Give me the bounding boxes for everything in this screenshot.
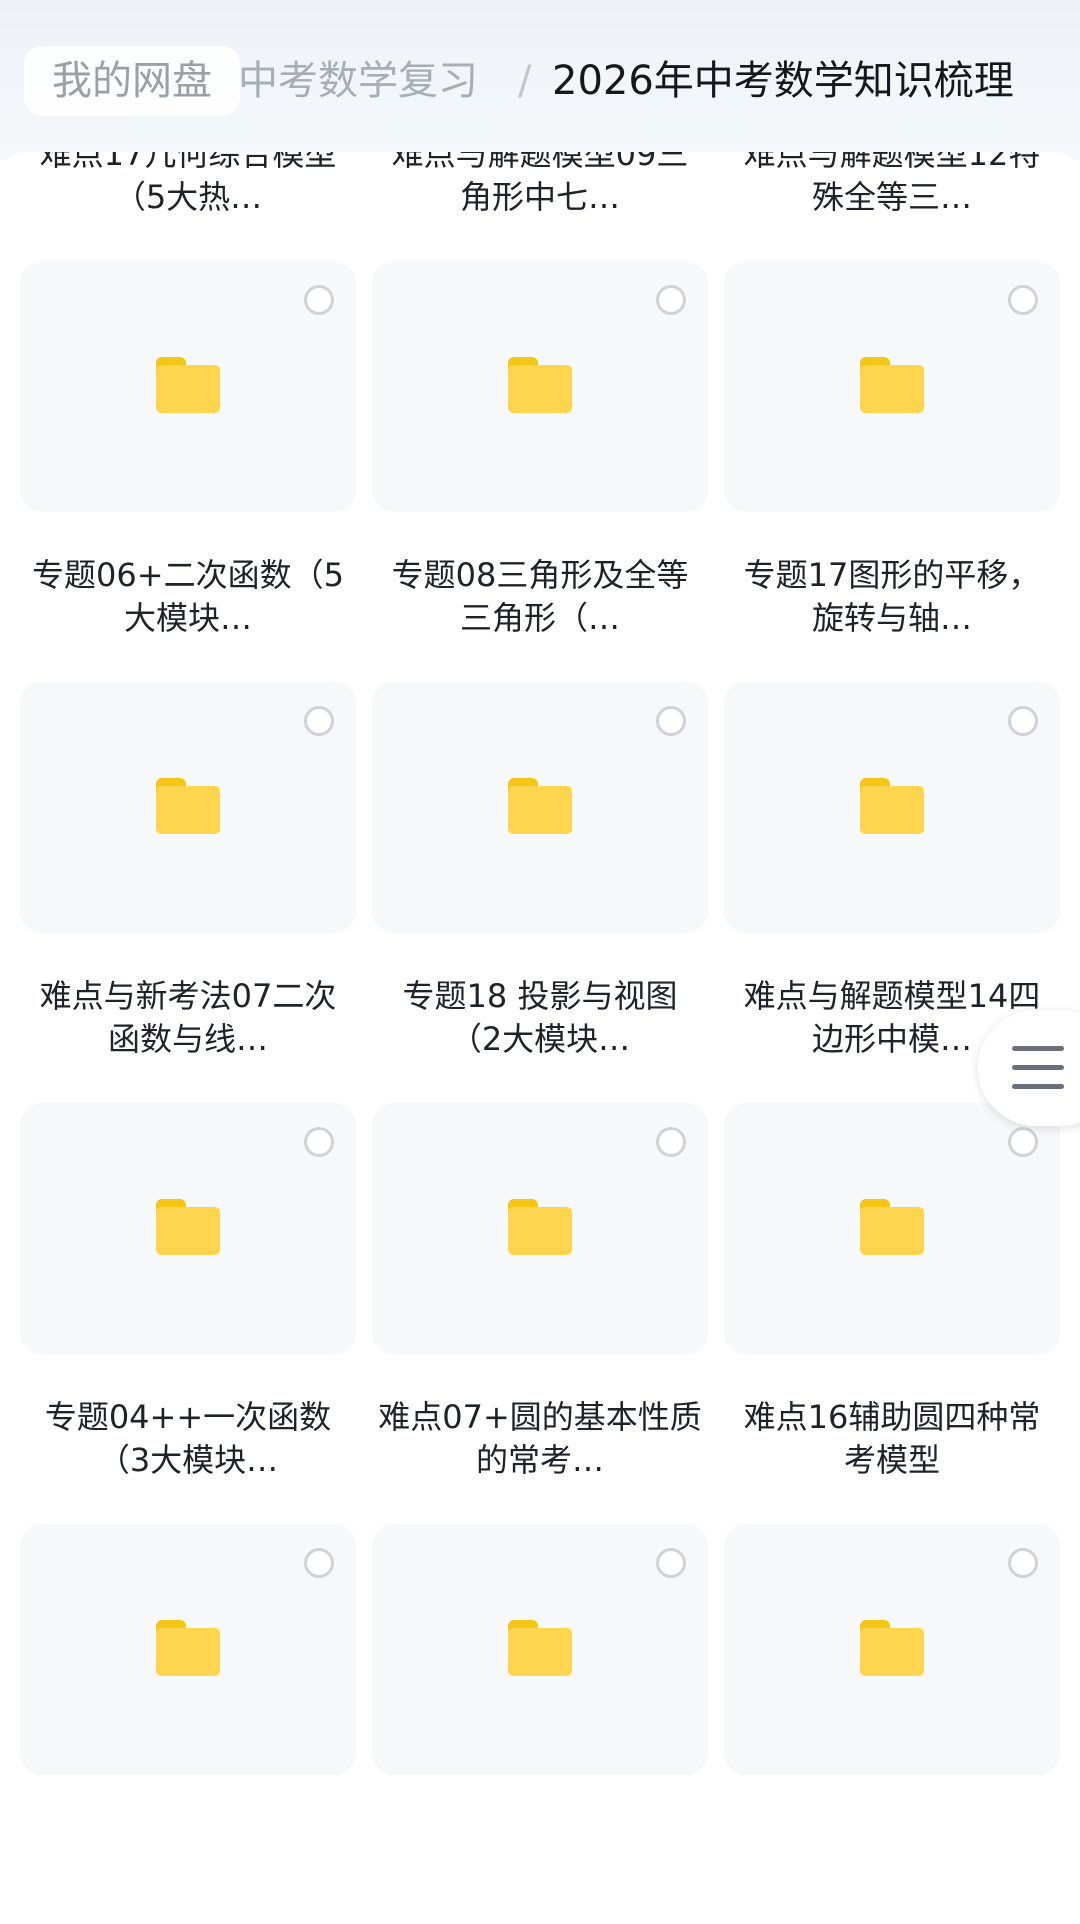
folder-tile[interactable]	[20, 1524, 356, 1924]
select-circle-icon[interactable]	[1008, 285, 1038, 315]
folder-icon	[508, 778, 572, 834]
folder-icon	[156, 778, 220, 834]
select-circle-icon[interactable]	[656, 706, 686, 736]
select-circle-icon[interactable]	[656, 285, 686, 315]
folder-name: 专题06+二次函数（5大模块…	[32, 556, 344, 637]
select-circle-icon[interactable]	[1008, 706, 1038, 736]
folder-thumbnail[interactable]	[372, 261, 708, 512]
folder-thumbnail[interactable]	[724, 261, 1060, 512]
breadcrumb-home[interactable]: 我的网盘	[24, 46, 240, 116]
folder-icon	[508, 357, 572, 413]
folder-thumbnail[interactable]	[372, 682, 708, 933]
select-circle-icon[interactable]	[656, 1548, 686, 1578]
folder-tile[interactable]: 难点16辅助圆四种常考模型	[724, 1103, 1060, 1524]
breadcrumb-separator: /	[518, 58, 532, 104]
folder-name: 难点07+圆的基本性质的常考…	[378, 1398, 702, 1479]
select-circle-icon[interactable]	[304, 1127, 334, 1157]
folder-icon	[860, 1199, 924, 1255]
folder-thumbnail[interactable]	[20, 1524, 356, 1775]
folder-tile[interactable]: 难点与解题模型09三角形中七…	[372, 152, 708, 261]
folder-icon	[156, 1620, 220, 1676]
breadcrumb-parent[interactable]: 中考数学复习	[238, 46, 478, 116]
select-circle-icon[interactable]	[1008, 1127, 1038, 1157]
folder-tile[interactable]	[372, 1524, 708, 1924]
folder-grid: 难点17几何综合模型（5大热… 难点与解题模型09三角形中七… 难点与解题模型12特…	[20, 152, 1060, 1924]
breadcrumb: 中考数学复习 我的网盘 / 2026年中考数学知识梳理	[0, 0, 1080, 160]
folder-tile[interactable]: 难点17几何综合模型（5大热…	[20, 152, 356, 261]
select-circle-icon[interactable]	[1008, 1548, 1038, 1578]
folder-tile[interactable]: 难点与新考法07二次函数与线…	[20, 682, 356, 1103]
folder-tile[interactable]: 专题18 投影与视图 （2大模块…	[372, 682, 708, 1103]
folder-tile[interactable]: 专题04++一次函数（3大模块…	[20, 1103, 356, 1524]
folder-icon	[156, 1199, 220, 1255]
folder-icon	[860, 1620, 924, 1676]
folder-thumbnail[interactable]	[372, 1103, 708, 1354]
folder-thumbnail[interactable]	[724, 682, 1060, 933]
select-circle-icon[interactable]	[304, 285, 334, 315]
folder-name: 难点与解题模型12特殊全等三…	[743, 152, 1041, 216]
folder-icon	[156, 357, 220, 413]
folder-thumbnail[interactable]	[20, 261, 356, 512]
folder-thumbnail[interactable]	[724, 1103, 1060, 1354]
folder-icon	[860, 357, 924, 413]
folder-icon	[860, 778, 924, 834]
folder-list[interactable]: 难点17几何综合模型（5大热… 难点与解题模型09三角形中七… 难点与解题模型12特…	[0, 152, 1080, 1924]
folder-thumbnail[interactable]	[724, 1524, 1060, 1775]
folder-name: 专题18 投影与视图 （2大模块…	[402, 977, 678, 1058]
folder-tile[interactable]: 专题17图形的平移，旋转与轴…	[724, 261, 1060, 682]
folder-tile[interactable]: 专题06+二次函数（5大模块…	[20, 261, 356, 682]
folder-tile[interactable]: 难点07+圆的基本性质的常考…	[372, 1103, 708, 1524]
select-circle-icon[interactable]	[304, 1548, 334, 1578]
folder-tile[interactable]: 专题08三角形及全等三角形（…	[372, 261, 708, 682]
folder-tile[interactable]	[724, 1524, 1060, 1924]
folder-name: 专题17图形的平移，旋转与轴…	[743, 556, 1041, 637]
folder-thumbnail[interactable]	[20, 682, 356, 933]
folder-name: 难点与新考法07二次函数与线…	[39, 977, 337, 1058]
folder-icon	[508, 1620, 572, 1676]
folder-thumbnail[interactable]	[20, 1103, 356, 1354]
folder-thumbnail[interactable]	[372, 1524, 708, 1775]
breadcrumb-current: 2026年中考数学知识梳理	[552, 58, 1014, 104]
select-circle-icon[interactable]	[304, 706, 334, 736]
folder-name: 难点与解题模型09三角形中七…	[391, 152, 689, 216]
select-circle-icon[interactable]	[656, 1127, 686, 1157]
menu-icon	[1012, 1046, 1064, 1090]
folder-tile[interactable]: 难点与解题模型12特殊全等三…	[724, 152, 1060, 261]
file-browser-screen: 中考数学复习 我的网盘 / 2026年中考数学知识梳理 难点17几何综合模型（5…	[0, 0, 1080, 1924]
folder-name: 难点17几何综合模型（5大热…	[39, 152, 337, 216]
folder-name: 专题04++一次函数（3大模块…	[44, 1398, 332, 1479]
folder-name: 专题08三角形及全等三角形（…	[391, 556, 689, 637]
folder-icon	[508, 1199, 572, 1255]
folder-name: 难点16辅助圆四种常考模型	[743, 1398, 1041, 1479]
